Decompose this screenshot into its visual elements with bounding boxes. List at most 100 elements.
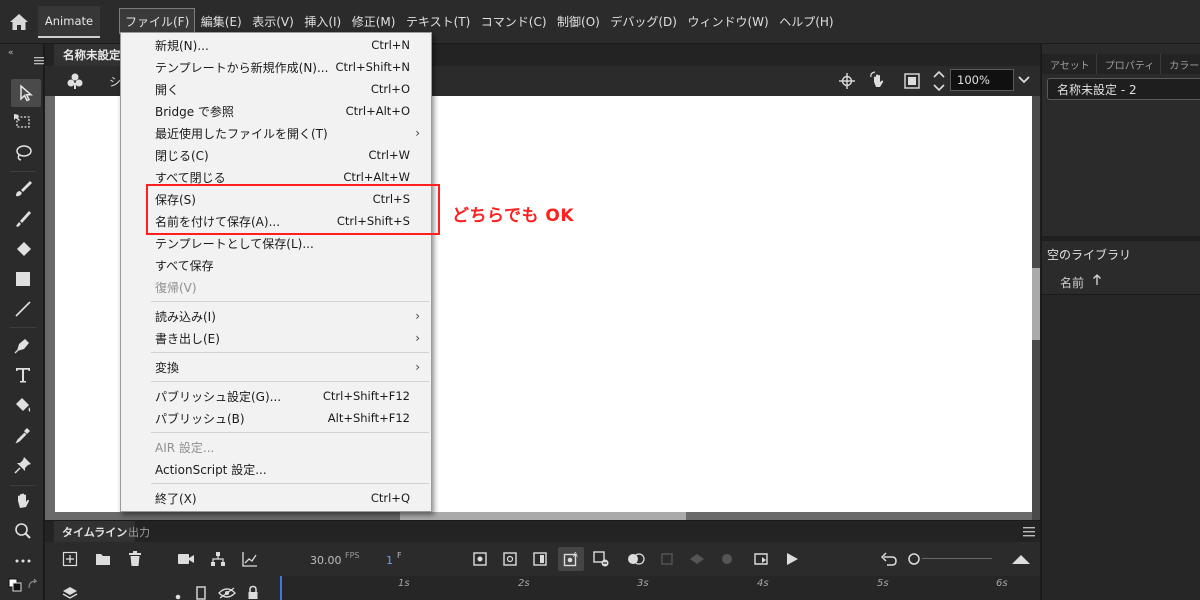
fit-frames-icon[interactable] — [1011, 550, 1031, 568]
brush-tool-icon[interactable] — [12, 178, 34, 200]
paint-bucket-tool-icon[interactable] — [12, 394, 34, 416]
menu-item-publish-settings[interactable]: パブリッシュ設定(G)... Ctrl+Shift+F12 — [121, 385, 431, 407]
menu-separator — [151, 301, 429, 302]
hand-tool-icon[interactable] — [12, 490, 34, 512]
lock-icon[interactable] — [247, 585, 259, 600]
zoom-stepper-icon[interactable] — [932, 68, 946, 94]
zoom-tool-icon[interactable] — [12, 520, 34, 542]
pin-tool-icon[interactable] — [12, 454, 34, 476]
tab-output[interactable]: 出力 — [120, 521, 158, 542]
graph-icon[interactable] — [241, 550, 259, 568]
app-tab[interactable]: Animate — [38, 6, 100, 38]
layer-parenting-icon[interactable] — [209, 550, 227, 568]
new-layer-icon[interactable] — [61, 550, 79, 568]
current-frame[interactable]: 1 — [386, 554, 393, 567]
menu-item-convert[interactable]: 変換 › — [121, 356, 431, 378]
new-folder-icon[interactable] — [94, 550, 112, 568]
library-column-name[interactable]: 名前 — [1060, 274, 1084, 291]
menu-item-import[interactable]: 読み込み(I) › — [121, 305, 431, 327]
zoom-input[interactable]: 100% — [950, 69, 1014, 91]
eraser-tool-icon[interactable] — [12, 238, 34, 260]
menu-item-save-as-template[interactable]: テンプレートとして保存(L)... — [121, 232, 431, 254]
insert-frame-icon[interactable] — [531, 550, 549, 568]
rotate-stage-icon[interactable] — [868, 71, 888, 91]
play-icon[interactable] — [783, 550, 801, 568]
insert-blank-keyframe-icon[interactable] — [501, 550, 519, 568]
undo-icon[interactable] — [880, 550, 898, 568]
selection-tool-icon[interactable] — [11, 79, 41, 107]
menu-item-open-recent[interactable]: 最近使用したファイルを開く(T) › — [121, 122, 431, 144]
menu-item-new[interactable]: 新規(N)... Ctrl+N — [121, 34, 431, 56]
tools-panel: « — [0, 44, 44, 600]
timeline-zoom-slider[interactable] — [922, 558, 992, 559]
menu-debug[interactable]: デバッグ(D) — [605, 8, 682, 34]
menu-edit[interactable]: 編集(E) — [196, 8, 247, 34]
text-tool-icon[interactable] — [12, 364, 34, 386]
menu-window[interactable]: ウィンドウ(W) — [682, 8, 773, 34]
chevron-down-icon[interactable] — [1015, 69, 1033, 91]
menu-item-save-all[interactable]: すべて保存 — [121, 254, 431, 276]
playhead[interactable] — [280, 576, 282, 600]
eyedropper-tool-icon[interactable] — [12, 424, 34, 446]
menu-text[interactable]: テキスト(T) — [401, 8, 475, 34]
highlight-dot-icon[interactable] — [175, 589, 181, 600]
time-marker-1s: 1s — [398, 578, 410, 589]
menu-separator — [151, 381, 429, 382]
tab-assets[interactable]: アセット — [1042, 54, 1090, 74]
menu-item-close[interactable]: 閉じる(C) Ctrl+W — [121, 144, 431, 166]
menu-file[interactable]: ファイル(F) — [119, 8, 196, 34]
onion-skin-icon[interactable] — [627, 550, 645, 568]
clip-content-icon[interactable] — [902, 71, 922, 91]
camera-icon[interactable] — [177, 550, 195, 568]
symbol-select[interactable]: 名称未設定 - 2 — [1047, 78, 1200, 100]
menu-item-export[interactable]: 書き出し(E) › — [121, 327, 431, 349]
document-tab[interactable]: 名称未設定 — [54, 44, 129, 66]
free-transform-tool-icon[interactable] — [12, 111, 34, 133]
menu-commands[interactable]: コマンド(C) — [476, 8, 552, 34]
horizontal-scroll-thumb[interactable] — [400, 512, 686, 520]
visibility-icon[interactable] — [218, 587, 236, 599]
more-tools-icon[interactable] — [12, 550, 34, 572]
outline-icon[interactable] — [196, 586, 206, 600]
menu-item-publish[interactable]: パブリッシュ(B) Alt+Shift+F12 — [121, 407, 431, 429]
menu-item-new-from-template[interactable]: テンプレートから新規作成(N)... Ctrl+Shift+N — [121, 56, 431, 78]
menu-item-actionscript-settings[interactable]: ActionScript 設定... — [121, 458, 431, 480]
library-list[interactable] — [1042, 294, 1200, 600]
menu-view[interactable]: 表示(V) — [247, 8, 299, 34]
tab-properties[interactable]: プロパティ — [1095, 54, 1154, 74]
fps-label: FPS — [345, 551, 360, 560]
menu-insert[interactable]: 挿入(I) — [299, 8, 346, 34]
menu-item-browse-bridge[interactable]: Bridge で参照 Ctrl+Alt+O — [121, 100, 431, 122]
delete-layer-icon[interactable] — [126, 550, 144, 568]
timeline-menu-icon[interactable] — [1023, 526, 1035, 537]
menu-help[interactable]: ヘルプ(H) — [774, 8, 838, 34]
home-icon[interactable] — [9, 13, 29, 31]
panel-menu-icon[interactable] — [34, 56, 44, 66]
menu-item-open[interactable]: 開く Ctrl+O — [121, 78, 431, 100]
sort-ascending-icon[interactable] — [1092, 274, 1102, 286]
loop-icon[interactable] — [752, 550, 770, 568]
stroke-color-icon[interactable] — [8, 578, 22, 592]
menu-item-exit[interactable]: 終了(X) Ctrl+Q — [121, 487, 431, 509]
menu-control[interactable]: 制御(O) — [552, 8, 605, 34]
menu-modify[interactable]: 修正(M) — [347, 8, 401, 34]
center-stage-icon[interactable] — [838, 72, 856, 90]
fps-value[interactable]: 30.00 — [310, 554, 342, 567]
rectangle-tool-icon[interactable] — [12, 268, 34, 290]
timeline-zoom-slider-thumb[interactable] — [905, 550, 923, 568]
panel-divider[interactable] — [1042, 236, 1200, 241]
line-tool-icon[interactable] — [12, 298, 34, 320]
scene-icon[interactable] — [65, 71, 85, 91]
highlight-box — [146, 184, 440, 235]
paint-brush-tool-icon[interactable] — [12, 208, 34, 230]
timeline-ruler[interactable] — [280, 576, 1040, 600]
clear-keyframe-icon[interactable] — [592, 550, 610, 568]
vertical-scroll-thumb[interactable] — [1032, 268, 1040, 340]
collapse-panel-icon[interactable]: « — [8, 46, 18, 56]
pen-tool-icon[interactable] — [12, 334, 34, 356]
lasso-tool-icon[interactable] — [12, 142, 34, 164]
auto-keyframe-icon[interactable]: A — [558, 547, 584, 571]
tab-color[interactable]: カラー — [1160, 54, 1199, 74]
swap-colors-icon[interactable] — [26, 578, 40, 592]
insert-keyframe-icon[interactable] — [471, 550, 489, 568]
